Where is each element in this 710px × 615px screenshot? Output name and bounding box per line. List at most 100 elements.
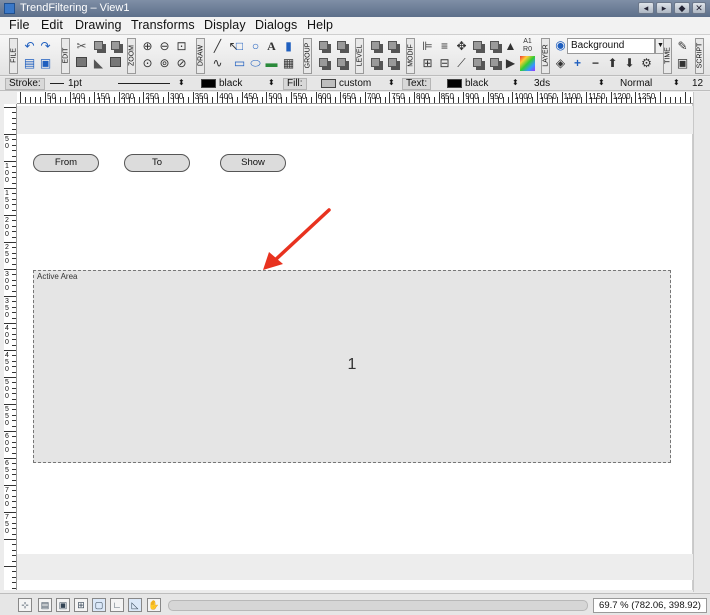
color-palette-icon[interactable] — [520, 56, 535, 71]
status-page-icon[interactable]: ▢ — [92, 598, 106, 612]
layer-select[interactable]: Background — [567, 38, 655, 54]
circle-tool-icon[interactable]: ○ — [248, 39, 263, 54]
bring-front-icon[interactable] — [368, 39, 383, 54]
layer-settings-icon[interactable]: ⚙ — [639, 56, 654, 71]
cell-ref-icon[interactable]: A1 R0 — [520, 38, 535, 53]
visibility-eye-icon[interactable]: ◉ — [553, 38, 568, 53]
bring-forward-icon[interactable] — [368, 56, 383, 71]
file-icon[interactable]: ▤ — [22, 56, 37, 71]
stroke-color-spinner[interactable]: ⬍ — [268, 78, 275, 87]
play-icon[interactable]: ▶ — [503, 56, 518, 71]
menu-drawing[interactable]: Drawing — [75, 18, 122, 32]
menu-dialogs[interactable]: Dialogs — [255, 18, 297, 32]
menu-edit[interactable]: Edit — [41, 18, 63, 32]
delete-icon[interactable] — [108, 56, 123, 71]
send-back-icon[interactable] — [385, 39, 400, 54]
resize-icon[interactable]: ⊟ — [437, 56, 452, 71]
magic-wand-icon[interactable]: ✎ — [675, 39, 690, 54]
table-tool-icon[interactable]: ▦ — [281, 56, 296, 71]
menu-display[interactable]: Display — [204, 18, 246, 32]
rectangle-tool-icon[interactable]: □ — [232, 39, 247, 54]
font-style[interactable]: Normal — [620, 78, 652, 89]
zoom-reset-icon[interactable]: ⊚ — [157, 56, 172, 71]
text-color-swatch[interactable] — [447, 79, 462, 88]
stack-alt-icon[interactable] — [487, 39, 502, 54]
font-name[interactable]: 3ds — [534, 78, 550, 89]
stroke-style-sample[interactable] — [118, 83, 170, 84]
layer-up-icon[interactable]: ⬆ — [605, 56, 620, 71]
menu-help[interactable]: Help — [307, 18, 333, 32]
vertical-scrollbar[interactable] — [693, 92, 710, 592]
to-button[interactable]: To — [124, 154, 190, 172]
polyline-tool-icon[interactable]: ∿ — [210, 56, 225, 71]
font-size[interactable]: 12 — [692, 78, 703, 89]
remove-layer-icon[interactable]: − — [588, 56, 603, 71]
text-tool-icon[interactable]: A — [264, 39, 279, 54]
text-color-spinner[interactable]: ⬍ — [512, 78, 519, 87]
cut-icon[interactable]: ✂ — [74, 39, 89, 54]
back-icon[interactable]: ◂ — [638, 2, 654, 14]
merge-icon[interactable] — [316, 56, 331, 71]
layers-alt-icon[interactable] — [487, 56, 502, 71]
zoom-out-icon[interactable]: ⊖ — [157, 39, 172, 54]
connector-icon[interactable]: ⟋ — [454, 56, 469, 71]
fill-color-swatch[interactable] — [321, 79, 336, 88]
font-style-spinner[interactable]: ⬍ — [673, 78, 680, 87]
image-tool-icon[interactable]: ▮ — [281, 39, 296, 54]
drawing-canvas[interactable]: From To Show Active Area 1 — [17, 104, 693, 590]
menu-file[interactable]: File — [9, 18, 30, 32]
horizontal-scrollbar[interactable] — [168, 600, 588, 611]
font-name-spinner[interactable]: ⬍ — [598, 78, 605, 87]
active-area[interactable]: Active Area 1 — [33, 270, 671, 463]
paste-icon[interactable] — [108, 39, 123, 54]
show-button[interactable]: Show — [220, 154, 286, 172]
close-icon[interactable]: ✕ — [692, 2, 706, 14]
align-left-icon[interactable]: ⊫ — [420, 39, 435, 54]
move-icon[interactable]: ✥ — [454, 39, 469, 54]
status-snap-icon[interactable]: ◺ — [128, 598, 142, 612]
align-center-icon[interactable]: ≡ — [437, 39, 452, 54]
zoom-fit-icon[interactable]: ⊡ — [174, 39, 189, 54]
save-icon[interactable]: ▣ — [38, 56, 53, 71]
layer-stack-icon[interactable]: ◈ — [553, 56, 568, 71]
stroke-width[interactable]: 1pt — [68, 78, 82, 89]
stroke-style-spinner[interactable]: ⬍ — [178, 78, 185, 87]
clone-icon[interactable]: ◣ — [91, 56, 106, 71]
status-tree-icon[interactable]: ⊹ — [18, 598, 32, 612]
vertical-ruler: 50 100 150 200 250 300 350 400 450 500 550 600 650 70… — [4, 104, 17, 590]
ruler-label: 700 — [5, 487, 9, 508]
picture-tool-icon[interactable]: ▬ — [264, 56, 279, 71]
round-rect-tool-icon[interactable]: ▭ — [232, 56, 247, 71]
status-monitor-icon[interactable]: ▣ — [56, 598, 70, 612]
status-grid-icon[interactable]: ⊞ — [74, 598, 88, 612]
fill-spinner[interactable]: ⬍ — [388, 78, 395, 87]
ungroup-icon[interactable] — [334, 39, 349, 54]
split-icon[interactable] — [334, 56, 349, 71]
status-hand-icon[interactable]: ✋ — [147, 598, 161, 612]
redo-icon[interactable]: ↷ — [38, 39, 53, 54]
add-layer-icon[interactable]: + — [570, 56, 585, 71]
stack-icon[interactable] — [470, 39, 485, 54]
expand-icon[interactable]: ◆ — [674, 2, 690, 14]
copy-icon[interactable] — [91, 39, 106, 54]
zoom-in-icon[interactable]: ⊕ — [140, 39, 155, 54]
status-axis-icon[interactable]: ∟ — [110, 598, 124, 612]
forward-icon[interactable]: ▸ — [656, 2, 672, 14]
menu-transforms[interactable]: Transforms — [131, 18, 195, 32]
layers-icon[interactable] — [470, 56, 485, 71]
line-tool-icon[interactable]: ╱ — [210, 39, 225, 54]
group-icon[interactable] — [316, 39, 331, 54]
layer-down-icon[interactable]: ⬇ — [622, 56, 637, 71]
send-backward-icon[interactable] — [385, 56, 400, 71]
duplicate-icon[interactable] — [74, 56, 89, 71]
triangle-icon[interactable]: ▲ — [503, 39, 518, 54]
film-icon[interactable]: ▣ — [675, 56, 690, 71]
undo-icon[interactable]: ↶ — [22, 39, 37, 54]
zoom-page-icon[interactable]: ⊘ — [174, 56, 189, 71]
ellipse-tool-icon[interactable]: ⬭ — [248, 56, 263, 71]
distribute-icon[interactable]: ⊞ — [420, 56, 435, 71]
zoom-area-icon[interactable]: ⊙ — [140, 56, 155, 71]
stroke-color-swatch[interactable] — [201, 79, 216, 88]
status-layout-icon[interactable]: ▤ — [38, 598, 52, 612]
from-button[interactable]: From — [33, 154, 99, 172]
